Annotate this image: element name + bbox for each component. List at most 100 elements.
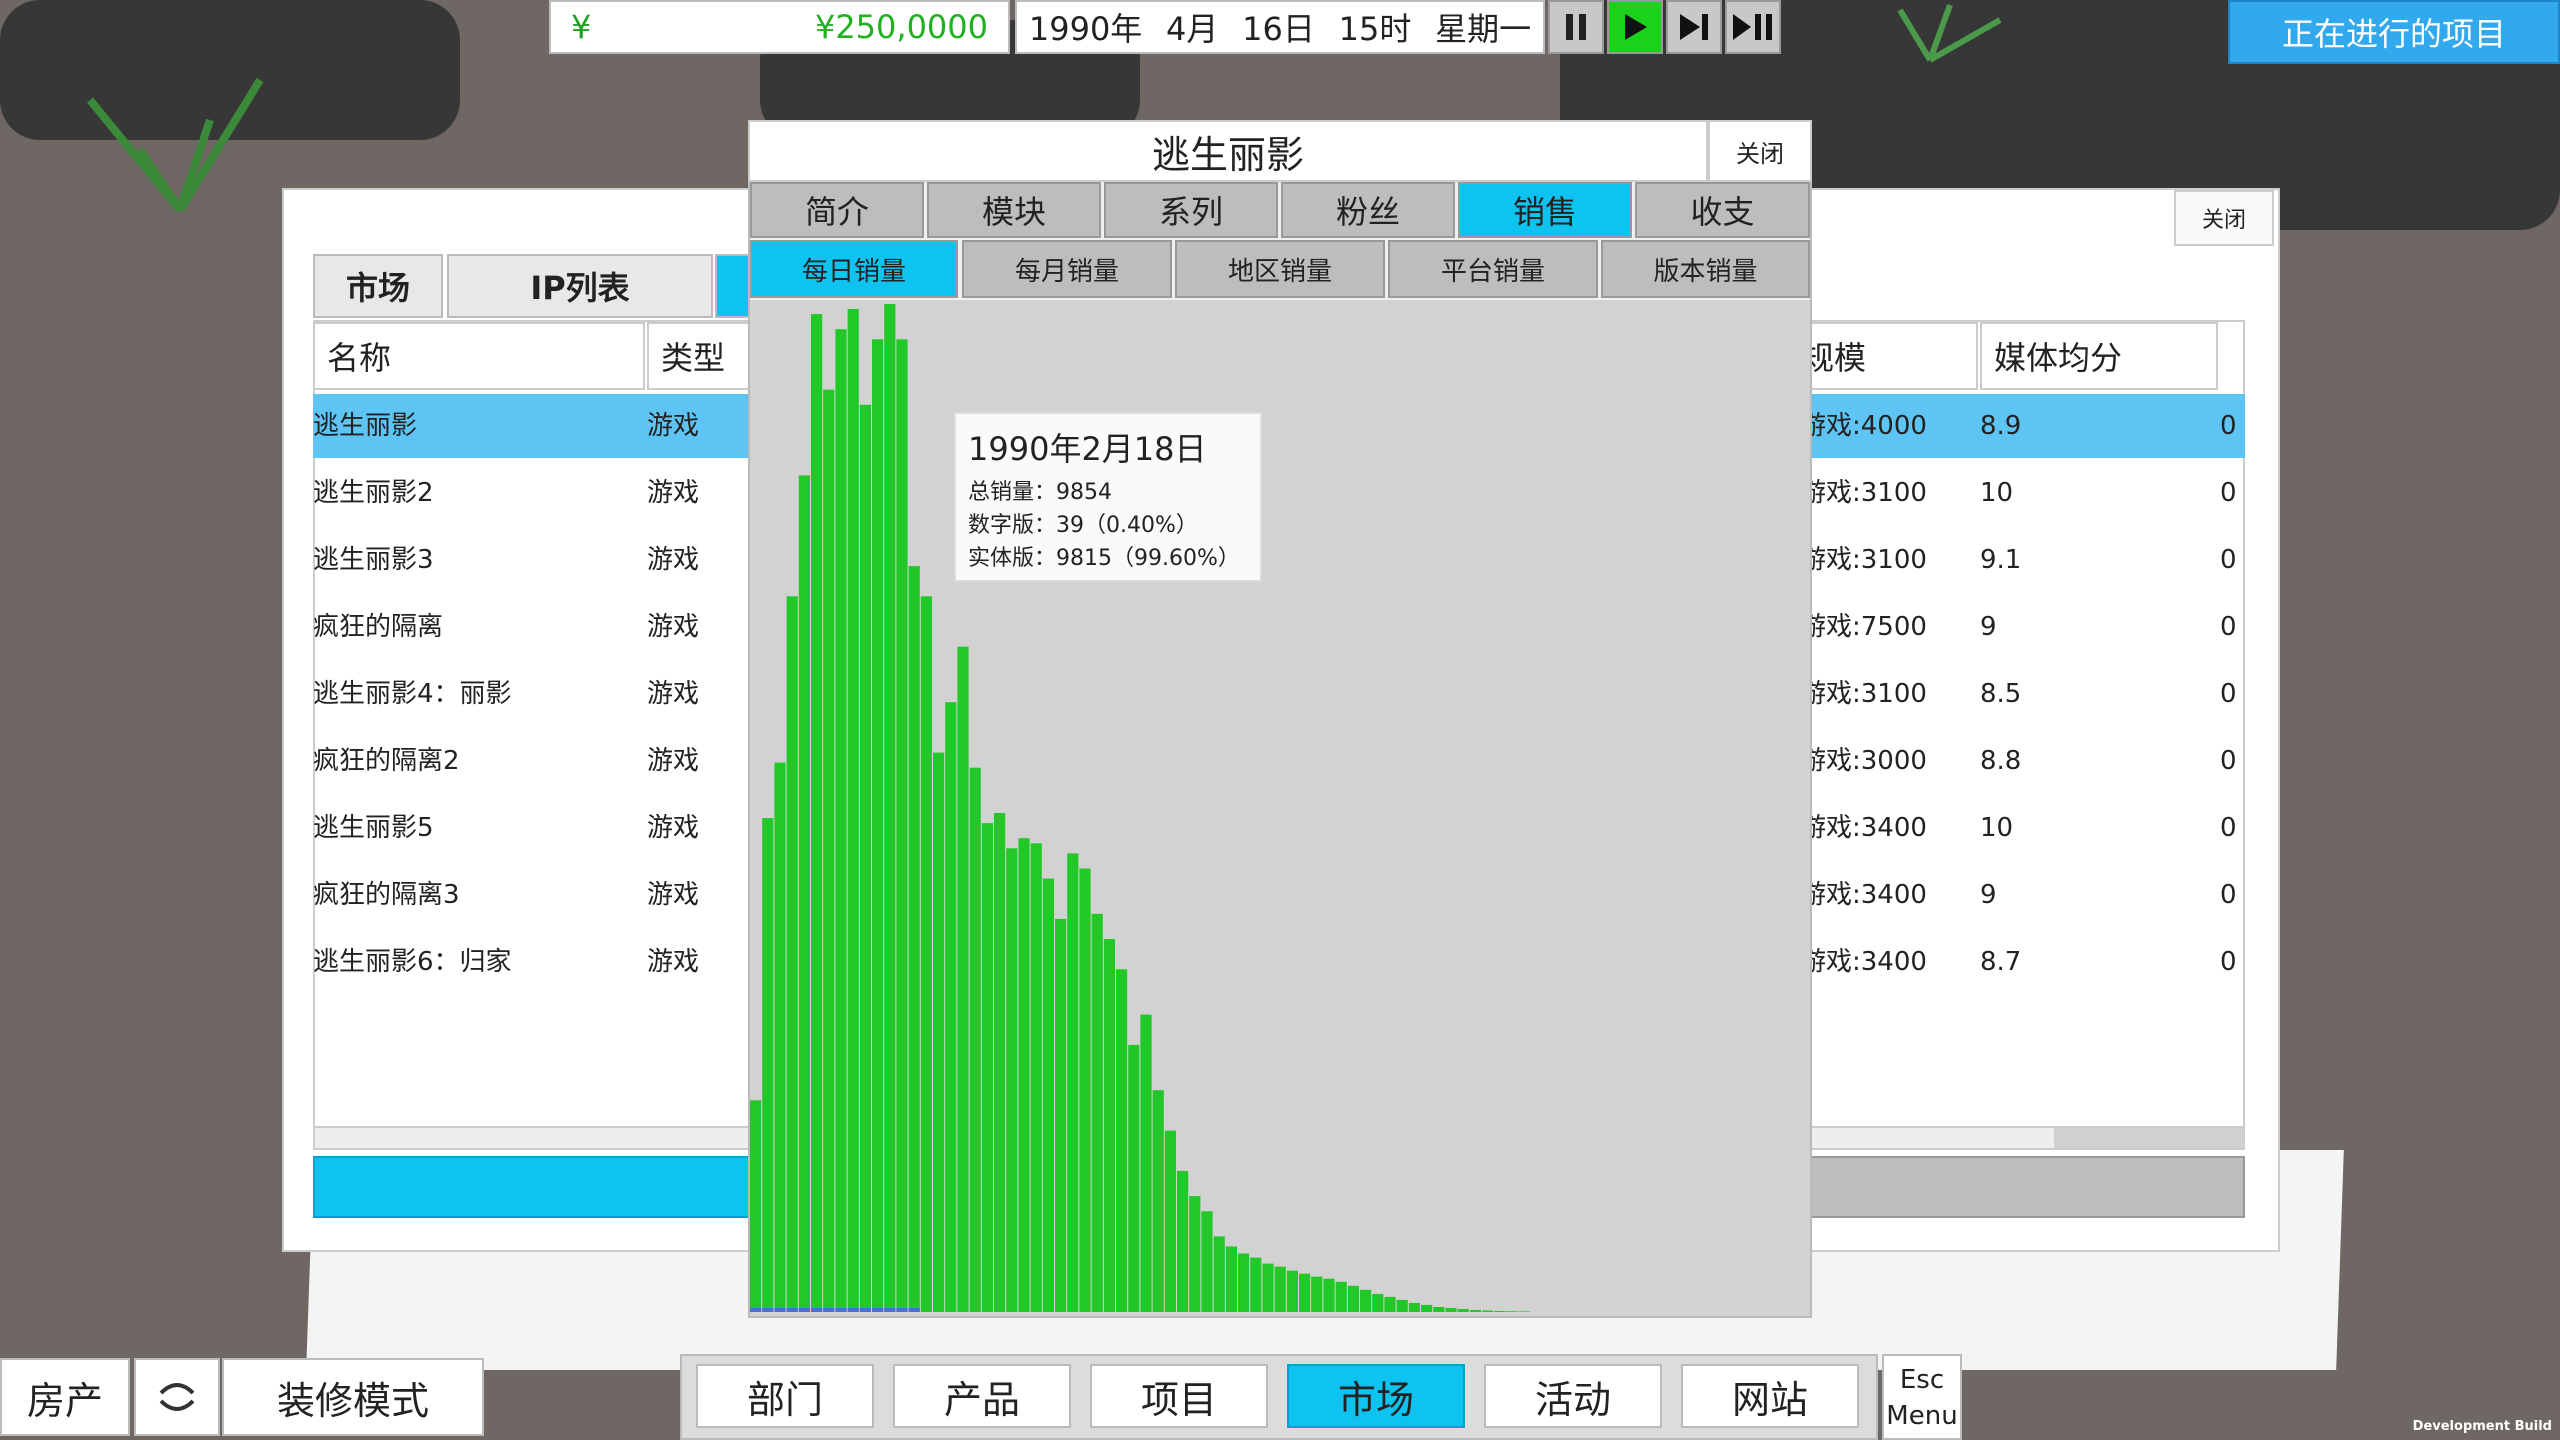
esc-menu-button[interactable]: Esc Menu [1882, 1354, 1962, 1440]
sales-bar[interactable] [884, 304, 896, 1312]
sales-bar[interactable] [1103, 939, 1115, 1312]
daily-sales-chart[interactable] [750, 300, 1810, 1316]
nav-products[interactable]: 产品 [893, 1364, 1071, 1428]
dialog-close-button[interactable]: 关闭 [1708, 120, 1812, 182]
sales-bar[interactable] [1238, 1253, 1250, 1313]
sales-bar[interactable] [1018, 838, 1030, 1312]
sales-bar-chart[interactable] [750, 300, 1810, 1316]
sales-bar[interactable] [835, 329, 847, 1312]
property-button[interactable]: 房产 [0, 1358, 130, 1436]
nav-projects[interactable]: 项目 [1090, 1364, 1268, 1428]
sales-bar[interactable] [1396, 1299, 1408, 1312]
sales-bar[interactable] [981, 823, 993, 1312]
sales-bar[interactable] [1323, 1278, 1335, 1312]
sales-bar[interactable] [1164, 1130, 1176, 1312]
sales-bar[interactable] [969, 767, 981, 1312]
subtab-version-sales[interactable]: 版本销量 [1601, 240, 1810, 298]
sales-bar[interactable] [1140, 1014, 1152, 1312]
sales-bar[interactable] [1335, 1281, 1347, 1312]
sales-bar[interactable] [1055, 918, 1067, 1312]
tab-modules[interactable]: 模块 [927, 182, 1101, 238]
sales-bar[interactable] [1189, 1196, 1201, 1312]
sales-bar[interactable] [1213, 1236, 1225, 1312]
sales-bar[interactable] [762, 818, 774, 1312]
tab-market[interactable]: 市场 [313, 254, 443, 318]
sales-bar[interactable] [786, 596, 798, 1312]
sales-bar[interactable] [1299, 1273, 1311, 1312]
sales-bar[interactable] [774, 762, 786, 1312]
sales-bar[interactable] [1286, 1270, 1298, 1312]
sales-bar[interactable] [811, 314, 823, 1313]
sales-bar[interactable] [1225, 1246, 1237, 1313]
subtab-region-sales[interactable]: 地区销量 [1175, 240, 1385, 298]
sales-bar[interactable] [847, 309, 859, 1312]
decorate-mode-button[interactable]: 装修模式 [222, 1358, 484, 1436]
sales-bar[interactable] [1457, 1309, 1469, 1312]
sales-bar[interactable] [945, 702, 957, 1312]
nav-market[interactable]: 市场 [1287, 1364, 1465, 1428]
tab-intro[interactable]: 简介 [750, 182, 924, 238]
sales-bar[interactable] [1360, 1289, 1372, 1312]
column-name[interactable]: 名称 [313, 322, 645, 390]
tab-sales[interactable]: 销售 [1458, 182, 1632, 238]
sales-bar[interactable] [1372, 1293, 1384, 1312]
subtab-daily-sales[interactable]: 每日销量 [750, 240, 958, 298]
tab-fans[interactable]: 粉丝 [1281, 182, 1455, 238]
sales-bar[interactable] [1262, 1263, 1274, 1312]
sales-bar[interactable] [1030, 843, 1042, 1312]
column-media-score[interactable]: 媒体均分 [1980, 322, 2218, 390]
sales-bar[interactable] [859, 404, 871, 1312]
sales-bar[interactable] [1177, 1170, 1189, 1312]
column-type[interactable]: 类型 [647, 322, 757, 390]
tab-ip-list[interactable]: IP列表 [447, 254, 713, 318]
nav-website[interactable]: 网站 [1681, 1364, 1859, 1428]
nav-activities[interactable]: 活动 [1484, 1364, 1662, 1428]
sales-bar[interactable] [1469, 1310, 1481, 1312]
market-action-bar-right[interactable] [1800, 1156, 2245, 1218]
sales-bar[interactable] [1311, 1276, 1323, 1312]
sales-bar[interactable] [1091, 913, 1103, 1312]
sales-bar[interactable] [908, 566, 920, 1312]
sales-bar[interactable] [896, 339, 908, 1312]
sales-bar[interactable] [920, 596, 932, 1312]
sales-bar[interactable] [1518, 1311, 1530, 1312]
sales-bar[interactable] [1408, 1302, 1420, 1312]
sales-bar[interactable] [1079, 868, 1091, 1313]
sales-bar[interactable] [1506, 1311, 1518, 1312]
sales-bar[interactable] [933, 752, 945, 1312]
floor-switch-button[interactable] [134, 1358, 220, 1436]
sales-bar[interactable] [872, 339, 884, 1312]
column-scale[interactable]: 规模 [1800, 322, 1978, 390]
tab-finance[interactable]: 收支 [1635, 182, 1810, 238]
sales-bar[interactable] [1482, 1310, 1494, 1313]
subtab-monthly-sales[interactable]: 每月销量 [962, 240, 1172, 298]
market-action-bar[interactable] [313, 1156, 753, 1218]
sales-bar[interactable] [1433, 1307, 1445, 1312]
sales-bar[interactable] [1006, 848, 1018, 1312]
sales-bar[interactable] [1067, 853, 1079, 1312]
sales-bar[interactable] [1274, 1266, 1286, 1312]
subtab-platform-sales[interactable]: 平台销量 [1388, 240, 1598, 298]
ongoing-projects-button[interactable]: 正在进行的项目 [2228, 0, 2560, 64]
sales-bar[interactable] [1445, 1308, 1457, 1312]
sales-bar[interactable] [1201, 1211, 1213, 1312]
sales-bar[interactable] [823, 389, 835, 1312]
sales-bar[interactable] [1494, 1311, 1506, 1312]
tab-series[interactable]: 系列 [1104, 182, 1278, 238]
fast-forward-button[interactable] [1725, 0, 1781, 54]
step-button[interactable] [1666, 0, 1722, 54]
market-close-button[interactable]: 关闭 [2174, 190, 2274, 246]
sales-bar[interactable] [1128, 1044, 1140, 1312]
sales-bar[interactable] [1421, 1304, 1433, 1312]
sales-bar[interactable] [1347, 1285, 1359, 1312]
scrollbar-thumb[interactable] [2054, 1128, 2244, 1148]
sales-bar[interactable] [957, 646, 969, 1312]
pause-button[interactable] [1548, 0, 1604, 54]
play-button[interactable] [1607, 0, 1663, 54]
sales-bar[interactable] [1116, 969, 1128, 1312]
sales-bar[interactable] [1042, 878, 1054, 1312]
sales-bar[interactable] [1384, 1296, 1396, 1312]
sales-bar[interactable] [1152, 1090, 1164, 1312]
sales-bar[interactable] [994, 813, 1006, 1312]
sales-bar[interactable] [750, 1100, 762, 1312]
